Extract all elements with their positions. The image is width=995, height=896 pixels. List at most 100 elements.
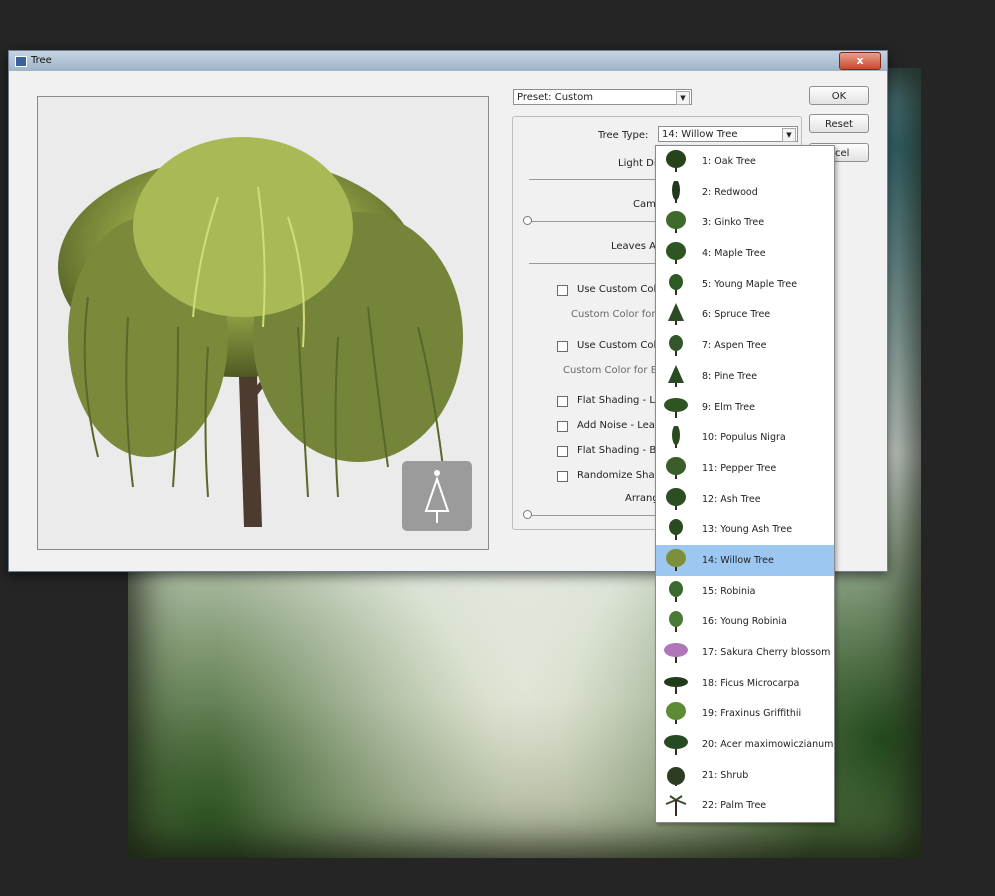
tree-type-option[interactable]: 21: Shrub	[656, 760, 834, 791]
randomize-shapes-label: Randomize Shap	[577, 470, 661, 481]
custom-color-leaves-label[interactable]: Custom Color for L	[571, 309, 664, 320]
tree-type-option[interactable]: 1: Oak Tree	[656, 146, 834, 177]
add-noise-leaves-label: Add Noise - Leav	[577, 420, 661, 431]
tree-type-option[interactable]: 19: Fraxinus Griffithii	[656, 698, 834, 729]
tree-type-option-label: 19: Fraxinus Griffithii	[702, 708, 802, 720]
chevron-down-icon: ▼	[676, 91, 690, 105]
tree-type-option[interactable]: 8: Pine Tree	[656, 361, 834, 392]
tree-thumbnail-icon	[664, 303, 688, 326]
light-direction-icon	[424, 470, 450, 523]
tree-thumbnail-icon	[664, 211, 688, 234]
tree-type-option[interactable]: 13: Young Ash Tree	[656, 514, 834, 545]
tree-type-option-label: 4: Maple Tree	[702, 248, 766, 260]
tree-type-select[interactable]: 14: Willow Tree ▼	[658, 126, 798, 142]
tree-type-value: 14: Willow Tree	[662, 129, 738, 140]
tree-thumbnail-icon	[664, 396, 688, 418]
tree-type-option[interactable]: 3: Ginko Tree	[656, 207, 834, 238]
camera-slider-knob[interactable]	[523, 216, 532, 225]
tree-type-option-label: 14: Willow Tree	[702, 554, 774, 566]
tree-type-option-label: 21: Shrub	[702, 769, 749, 781]
tree-type-option[interactable]: 4: Maple Tree	[656, 238, 834, 269]
tree-type-option-label: 10: Populus Nigra	[702, 432, 786, 444]
use-custom-color-leaves-checkbox[interactable]	[557, 285, 568, 296]
leaves-amount-label: Leaves A	[611, 241, 656, 252]
tree-thumbnail-icon	[664, 672, 688, 694]
chevron-down-icon: ▼	[782, 128, 796, 142]
tree-type-option-label: 15: Robinia	[702, 585, 756, 597]
tree-thumbnail-icon	[664, 733, 688, 756]
light-direction-label: Light Di	[618, 158, 657, 169]
tree-thumbnail-icon	[664, 764, 688, 786]
tree-type-option[interactable]: 9: Elm Tree	[656, 392, 834, 423]
use-custom-color-leaves-label: Use Custom Colo	[577, 284, 663, 295]
flat-shading-branches-checkbox[interactable]	[557, 446, 568, 457]
preset-select[interactable]: Preset: Custom ▼	[513, 89, 692, 105]
tree-type-option-label: 20: Acer maximowiczianum	[702, 739, 834, 751]
close-button[interactable]: x	[839, 52, 881, 70]
tree-preview	[37, 96, 489, 550]
tree-thumbnail-icon	[664, 242, 688, 265]
window-title: Tree	[31, 55, 52, 66]
use-custom-color-branches-checkbox[interactable]	[557, 341, 568, 352]
ok-button[interactable]: OK	[809, 86, 869, 105]
tree-type-option[interactable]: 10: Populus Nigra	[656, 422, 834, 453]
arrange-slider-knob[interactable]	[523, 510, 532, 519]
tree-type-option-label: 5: Young Maple Tree	[702, 278, 798, 290]
title-bar: Tree x	[9, 51, 887, 71]
tree-thumbnail-icon	[664, 641, 688, 663]
tree-thumbnail-icon	[664, 794, 688, 817]
add-noise-leaves-checkbox[interactable]	[557, 421, 568, 432]
app-icon	[15, 56, 27, 67]
flat-shading-branches-label: Flat Shading - Br	[577, 445, 661, 456]
tree-thumbnail-icon	[664, 548, 688, 571]
tree-type-option-label: 3: Ginko Tree	[702, 217, 765, 229]
tree-type-option-label: 13: Young Ash Tree	[702, 524, 793, 536]
tree-thumbnail-icon	[664, 518, 688, 541]
tree-type-option[interactable]: 18: Ficus Microcarpa	[656, 668, 834, 699]
flat-shading-leaves-label: Flat Shading - Le	[577, 395, 661, 406]
tree-type-option[interactable]: 20: Acer maximowiczianum	[656, 729, 834, 760]
tree-type-option-label: 6: Spruce Tree	[702, 309, 771, 321]
tree-type-option[interactable]: 22: Palm Tree	[656, 790, 834, 821]
tree-type-option-label: 1: Oak Tree	[702, 156, 756, 167]
tree-type-option-label: 18: Ficus Microcarpa	[702, 677, 800, 689]
tree-type-option-label: 2: Redwood	[702, 186, 758, 198]
tree-thumbnail-icon	[664, 487, 688, 510]
tree-type-option-label: 16: Young Robinia	[702, 616, 787, 628]
tree-thumbnail-icon	[664, 425, 688, 449]
tree-thumbnail-icon	[664, 334, 688, 357]
tree-type-option[interactable]: 12: Ash Tree	[656, 484, 834, 515]
tree-type-option[interactable]: 5: Young Maple Tree	[656, 269, 834, 300]
tree-type-label: Tree Type:	[598, 130, 649, 141]
tree-type-option[interactable]: 2: Redwood	[656, 177, 834, 208]
tree-thumbnail-icon	[664, 610, 688, 633]
light-direction-widget[interactable]	[402, 461, 472, 531]
tree-type-option-label: 22: Palm Tree	[702, 800, 767, 812]
tree-type-option[interactable]: 14: Willow Tree	[656, 544, 834, 576]
tree-thumbnail-icon	[664, 179, 688, 203]
tree-type-option-label: 9: Elm Tree	[702, 401, 755, 413]
tree-type-option[interactable]: 16: Young Robinia	[656, 606, 834, 637]
tree-type-option-label: 8: Pine Tree	[702, 370, 758, 382]
arrange-label: Arrang	[625, 493, 659, 504]
tree-thumbnail-icon	[664, 150, 688, 172]
use-custom-color-branches-label: Use Custom Colo	[577, 340, 663, 351]
flat-shading-leaves-checkbox[interactable]	[557, 396, 568, 407]
tree-type-option-label: 7: Aspen Tree	[702, 340, 767, 352]
tree-type-option[interactable]: 7: Aspen Tree	[656, 330, 834, 361]
custom-color-branches-label[interactable]: Custom Color for Br	[563, 365, 662, 376]
tree-thumbnail-icon	[664, 273, 688, 295]
tree-type-option[interactable]: 15: Robinia	[656, 576, 834, 607]
tree-thumbnail-icon	[664, 364, 688, 387]
tree-type-option[interactable]: 11: Pepper Tree	[656, 453, 834, 484]
tree-type-option-label: 12: Ash Tree	[702, 493, 761, 505]
tree-type-dropdown-list: 1: Oak Tree 2: Redwood 3: Ginko Tree 4: Map…	[655, 145, 835, 823]
tree-thumbnail-icon	[664, 456, 688, 479]
randomize-shapes-checkbox[interactable]	[557, 471, 568, 482]
tree-thumbnail-icon	[664, 580, 688, 602]
reset-button[interactable]: Reset	[809, 114, 869, 133]
tree-type-option[interactable]: 6: Spruce Tree	[656, 299, 834, 330]
tree-thumbnail-icon	[664, 702, 688, 725]
tree-type-option[interactable]: 17: Sakura Cherry blossom	[656, 637, 834, 668]
preset-value: Preset: Custom	[517, 92, 594, 103]
